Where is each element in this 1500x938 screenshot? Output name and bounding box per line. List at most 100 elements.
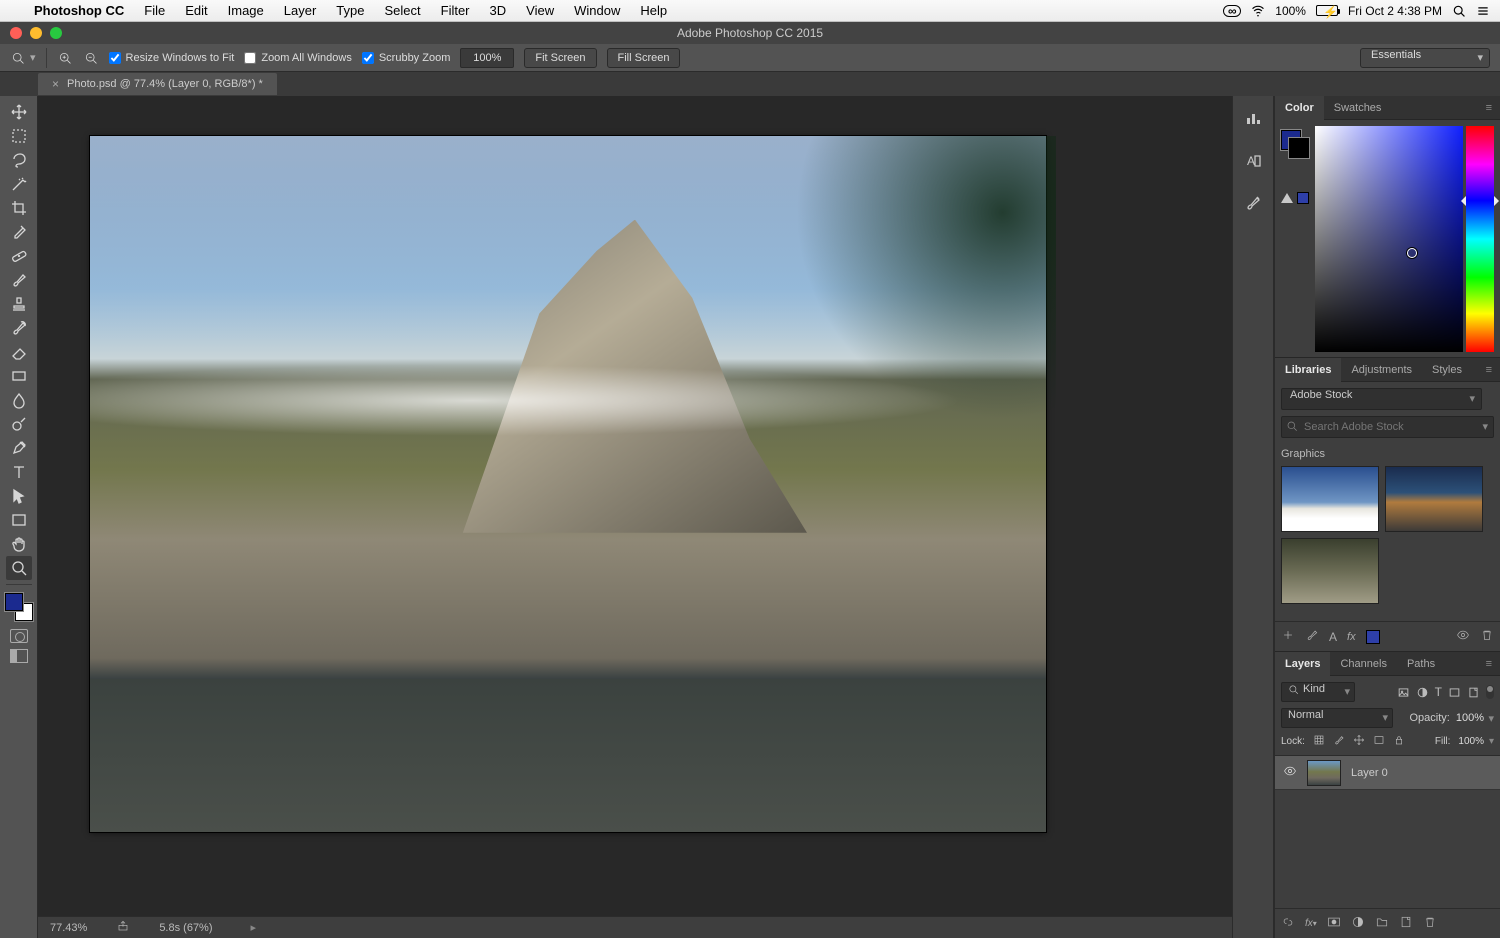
quick-mask-mode-icon[interactable] <box>10 629 28 643</box>
spot-healing-brush-tool[interactable] <box>6 244 32 268</box>
document-tab[interactable]: × Photo.psd @ 77.4% (Layer 0, RGB/8*) * <box>38 73 277 95</box>
workspace-switcher[interactable]: Essentials <box>1360 48 1490 68</box>
blur-tool[interactable] <box>6 388 32 412</box>
menu-view[interactable]: View <box>516 3 564 18</box>
filter-smart-object-icon[interactable] <box>1467 685 1480 699</box>
tab-styles[interactable]: Styles <box>1422 358 1472 382</box>
tab-libraries[interactable]: Libraries <box>1275 358 1341 382</box>
history-panel-icon[interactable] <box>1240 108 1266 130</box>
rectangle-tool[interactable] <box>6 508 32 532</box>
add-layer-style-icon[interactable]: fx <box>1347 631 1356 643</box>
zoom-percent-button[interactable] <box>460 48 514 68</box>
pen-tool[interactable] <box>6 436 32 460</box>
app-name-menu[interactable]: Photoshop CC <box>24 3 134 18</box>
adjustment-layer-icon[interactable] <box>1351 915 1365 932</box>
lock-image-icon[interactable] <box>1333 734 1345 749</box>
path-selection-tool[interactable] <box>6 484 32 508</box>
menu-type[interactable]: Type <box>326 3 374 18</box>
library-select[interactable]: Adobe Stock <box>1281 388 1482 410</box>
filter-adjustment-icon[interactable] <box>1416 685 1429 699</box>
fill-value[interactable]: 100% <box>1458 736 1494 747</box>
move-tool[interactable] <box>6 100 32 124</box>
menu-3d[interactable]: 3D <box>480 3 517 18</box>
close-tab-icon[interactable]: × <box>52 77 59 91</box>
color-panel-menu-icon[interactable]: ≡ <box>1478 102 1500 114</box>
lasso-tool[interactable] <box>6 148 32 172</box>
share-icon[interactable] <box>117 920 129 935</box>
menu-filter[interactable]: Filter <box>431 3 480 18</box>
library-asset-thumb[interactable] <box>1385 466 1483 532</box>
add-graphic-icon[interactable] <box>1281 628 1295 645</box>
lock-all-icon[interactable] <box>1393 734 1405 749</box>
layer-thumbnail[interactable] <box>1307 760 1341 786</box>
rectangular-marquee-tool[interactable] <box>6 124 32 148</box>
library-show-icon[interactable] <box>1456 628 1470 645</box>
status-zoom[interactable]: 77.43% <box>50 922 87 934</box>
delete-layer-icon[interactable] <box>1423 915 1437 932</box>
hue-slider[interactable] <box>1466 126 1494 352</box>
search-filter-dropdown-icon[interactable]: ▾ <box>1482 420 1488 433</box>
screen-mode-icon[interactable] <box>10 649 28 663</box>
add-character-style-icon[interactable]: A <box>1329 630 1337 644</box>
library-delete-icon[interactable] <box>1480 628 1494 645</box>
battery-icon[interactable]: ⚡ <box>1316 5 1338 16</box>
color-picker-field[interactable] <box>1315 126 1463 352</box>
tab-swatches[interactable]: Swatches <box>1324 96 1392 120</box>
layer-name[interactable]: Layer 0 <box>1351 767 1388 779</box>
window-zoom-button[interactable] <box>50 27 62 39</box>
zoom-out-icon[interactable] <box>83 50 99 66</box>
window-close-button[interactable] <box>10 27 22 39</box>
menu-select[interactable]: Select <box>374 3 430 18</box>
layer-mask-icon[interactable] <box>1327 915 1341 932</box>
layer-visibility-icon[interactable] <box>1283 764 1297 781</box>
add-brush-icon[interactable] <box>1305 628 1319 645</box>
library-asset-thumb[interactable] <box>1281 466 1379 532</box>
layer-group-icon[interactable] <box>1375 915 1389 932</box>
tab-adjustments[interactable]: Adjustments <box>1341 358 1422 382</box>
blend-mode-select[interactable]: Normal <box>1281 708 1393 728</box>
creative-cloud-icon[interactable]: ∞ <box>1223 5 1241 17</box>
type-tool[interactable] <box>6 460 32 484</box>
filter-shape-icon[interactable] <box>1448 685 1461 699</box>
document-canvas[interactable]: mountain lake photo <box>90 136 1046 832</box>
zoom-tool[interactable] <box>6 556 32 580</box>
foreground-background-colors[interactable] <box>5 593 33 621</box>
spotlight-search-icon[interactable] <box>1452 4 1466 18</box>
tab-channels[interactable]: Channels <box>1330 652 1396 676</box>
library-asset-thumb[interactable] <box>1281 538 1379 604</box>
history-brush-tool[interactable] <box>6 316 32 340</box>
brush-tool[interactable] <box>6 268 32 292</box>
eraser-tool[interactable] <box>6 340 32 364</box>
library-search-input[interactable] <box>1281 416 1494 438</box>
hand-tool[interactable] <box>6 532 32 556</box>
gradient-tool[interactable] <box>6 364 32 388</box>
status-caret-icon[interactable]: ▸ <box>251 921 257 934</box>
scrubby-zoom-checkbox[interactable]: Scrubby Zoom <box>362 52 451 64</box>
quick-selection-tool[interactable] <box>6 172 32 196</box>
layer-row[interactable]: Layer 0 <box>1275 756 1500 790</box>
menu-image[interactable]: Image <box>218 3 274 18</box>
layer-filter-kind[interactable]: Kind <box>1281 682 1355 702</box>
crop-tool[interactable] <box>6 196 32 220</box>
gamut-warning[interactable] <box>1281 192 1309 204</box>
menu-file[interactable]: File <box>134 3 175 18</box>
current-tool-preset[interactable]: ▾ <box>10 50 36 66</box>
filter-pixel-icon[interactable] <box>1397 685 1410 699</box>
opacity-value[interactable]: 100% <box>1456 712 1494 724</box>
lock-artboard-icon[interactable] <box>1373 734 1385 749</box>
fit-screen-button[interactable]: Fit Screen <box>524 48 596 68</box>
eyedropper-tool[interactable] <box>6 220 32 244</box>
zoom-in-icon[interactable] <box>57 50 73 66</box>
brush-presets-panel-icon[interactable] <box>1240 192 1266 214</box>
new-layer-icon[interactable] <box>1399 915 1413 932</box>
library-search[interactable]: ▾ <box>1281 416 1494 438</box>
fill-screen-button[interactable]: Fill Screen <box>607 48 681 68</box>
menu-layer[interactable]: Layer <box>274 3 327 18</box>
filter-type-icon[interactable]: T <box>1435 685 1442 699</box>
tab-layers[interactable]: Layers <box>1275 652 1330 676</box>
wifi-icon[interactable] <box>1251 4 1265 18</box>
foreground-color-swatch[interactable] <box>5 593 23 611</box>
notification-center-icon[interactable] <box>1476 4 1490 18</box>
zoom-all-windows-checkbox[interactable]: Zoom All Windows <box>244 52 351 64</box>
clone-stamp-tool[interactable] <box>6 292 32 316</box>
